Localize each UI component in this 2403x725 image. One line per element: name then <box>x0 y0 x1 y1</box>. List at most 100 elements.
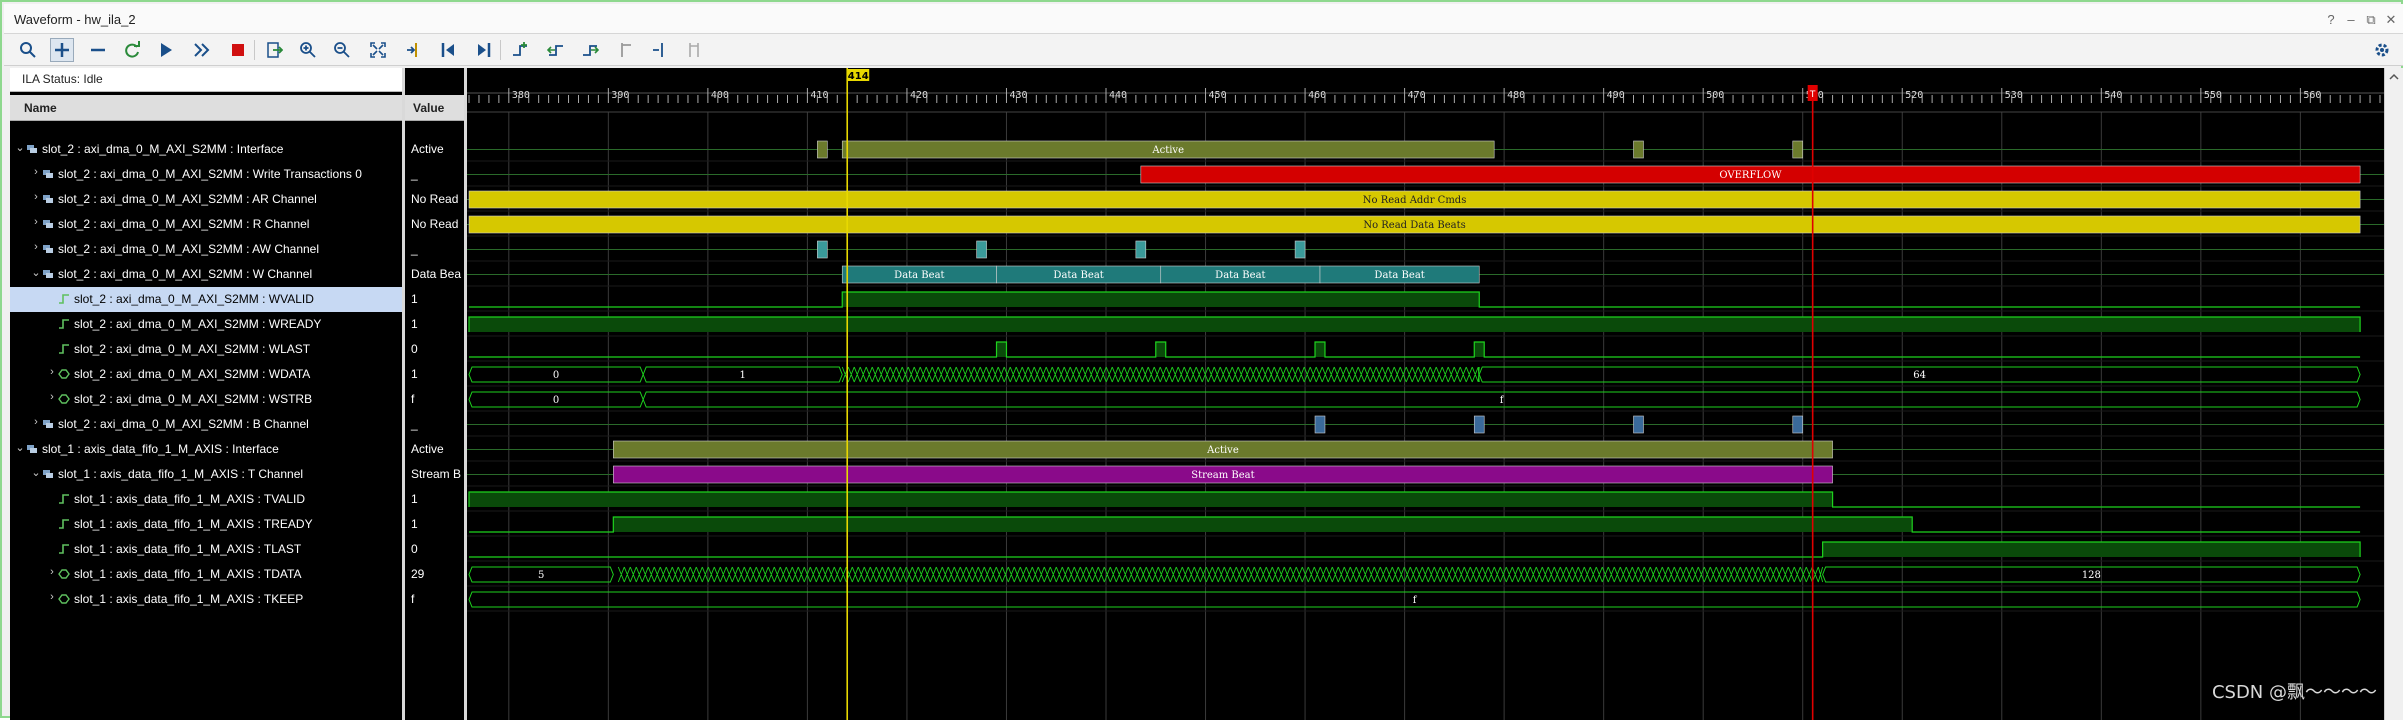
bit-high-fill <box>469 317 2361 332</box>
remove-icon[interactable] <box>86 38 110 62</box>
search-icon[interactable] <box>16 38 40 62</box>
signal-row[interactable]: slot_2 : axi_dma_0_M_AXI_S2MM : WREADY <box>10 312 402 337</box>
signal-value: 0 <box>411 342 418 356</box>
bit-signal-icon <box>58 518 70 530</box>
name-column-header[interactable]: Name <box>10 95 402 121</box>
tick-label: 400 <box>711 90 729 101</box>
collapse-icon[interactable]: ⌄ <box>30 466 42 479</box>
value-column-header[interactable]: Value <box>405 95 464 121</box>
scroll-up-icon[interactable] <box>2385 70 2403 84</box>
bit-high-fill <box>996 342 1007 357</box>
marker-prev-icon[interactable] <box>614 38 638 62</box>
stop-icon[interactable] <box>226 38 250 62</box>
goto-cursor-icon[interactable] <box>402 38 426 62</box>
expand-icon[interactable]: › <box>46 391 58 403</box>
transaction-segment <box>817 140 828 159</box>
waveform-canvas[interactable]: 380 390 400 410 420 430 440 450 460 470 480 490 500 5… <box>467 68 2384 720</box>
cursor-label: 414 <box>848 71 869 82</box>
marker-next-icon[interactable] <box>648 38 672 62</box>
refresh-icon[interactable] <box>120 38 144 62</box>
help-icon[interactable]: ? <box>2325 12 2337 28</box>
transaction-segment <box>976 240 987 259</box>
bus-signal-icon <box>58 568 70 580</box>
signal-row[interactable]: ⌄ slot_2 : axi_dma_0_M_AXI_S2MM : W Chann… <box>10 262 402 287</box>
bit-high-fill <box>613 517 1913 532</box>
transaction-segment <box>1633 415 1644 434</box>
bit-high-fill <box>1822 542 2361 557</box>
transaction-label: Data Beat <box>894 270 944 281</box>
signal-name: slot_2 : axi_dma_0_M_AXI_S2MM : AR Chann… <box>58 192 317 206</box>
signal-row[interactable]: slot_2 : axi_dma_0_M_AXI_S2MM : WLAST <box>10 337 402 362</box>
bit-signal-icon <box>58 493 70 505</box>
expand-icon[interactable]: › <box>30 241 42 253</box>
collapse-icon[interactable]: ⌄ <box>30 266 42 279</box>
signal-row[interactable]: › slot_2 : axi_dma_0_M_AXI_S2MM : B Chann… <box>10 412 402 437</box>
run-icon[interactable] <box>154 38 178 62</box>
bit-high-fill <box>469 492 1833 507</box>
signal-row[interactable]: › slot_2 : axi_dma_0_M_AXI_S2MM : AR Chan… <box>10 187 402 212</box>
add-marker-icon[interactable] <box>508 38 532 62</box>
signal-row[interactable]: › slot_2 : axi_dma_0_M_AXI_S2MM : AW Chan… <box>10 237 402 262</box>
export-icon[interactable] <box>262 38 286 62</box>
bit-signal-icon <box>58 343 70 355</box>
collapse-icon[interactable]: ⌄ <box>14 141 26 154</box>
signal-row[interactable]: ⌄ slot_2 : axi_dma_0_M_AXI_S2MM : Interfa… <box>10 137 402 162</box>
waveform-window: Waveform - hw_ila_2 ? – ⧉ ✕ ILA Status: … <box>0 0 2403 720</box>
expand-icon[interactable]: › <box>46 566 58 578</box>
expand-icon[interactable]: › <box>30 166 42 178</box>
transaction-label: Data Beat <box>1215 270 1265 281</box>
waveform-area[interactable]: 380 390 400 410 420 430 440 450 460 470 480 490 500 5… <box>467 68 2384 720</box>
signal-row[interactable]: slot_1 : axis_data_fifo_1_M_AXIS : TVALI… <box>10 487 402 512</box>
transaction-label: Data Beat <box>1374 270 1424 281</box>
collapse-icon[interactable]: ⌄ <box>14 441 26 454</box>
bit-waveform <box>469 341 2361 358</box>
zoom-out-icon[interactable] <box>330 38 354 62</box>
signal-name: slot_2 : axi_dma_0_M_AXI_S2MM : WLAST <box>74 342 311 356</box>
signal-row[interactable]: › slot_1 : axis_data_fifo_1_M_AXIS : TDAT… <box>10 562 402 587</box>
bit-high-fill <box>842 292 1480 307</box>
signal-row[interactable]: slot_1 : axis_data_fifo_1_M_AXIS : TREAD… <box>10 512 402 537</box>
signal-row[interactable]: › slot_2 : axi_dma_0_M_AXI_S2MM : R Chann… <box>10 212 402 237</box>
signal-row[interactable]: slot_1 : axis_data_fifo_1_M_AXIS : TLAST <box>10 537 402 562</box>
bit-signal-icon <box>58 293 70 305</box>
zoom-in-icon[interactable] <box>296 38 320 62</box>
next-transition-icon[interactable] <box>578 38 602 62</box>
watermark: CSDN @飘～～～～ <box>2211 682 2377 703</box>
signal-value: _ <box>411 242 418 256</box>
signal-name: slot_2 : axi_dma_0_M_AXI_S2MM : W Channe… <box>58 267 313 281</box>
interface-signal-icon <box>42 243 54 255</box>
interface-signal-icon <box>42 168 54 180</box>
expand-icon[interactable]: › <box>30 216 42 228</box>
expand-icon[interactable]: › <box>46 366 58 378</box>
signal-row[interactable]: › slot_2 : axi_dma_0_M_AXI_S2MM : WDATA <box>10 362 402 387</box>
window-controls: ? – ⧉ ✕ <box>2325 12 2397 28</box>
bus-value: 0 <box>553 395 559 406</box>
close-icon[interactable]: ✕ <box>2385 12 2397 28</box>
goto-first-icon[interactable] <box>436 38 460 62</box>
run-all-icon[interactable] <box>190 38 214 62</box>
goto-last-icon[interactable] <box>472 38 496 62</box>
restore-icon[interactable]: ⧉ <box>2365 12 2377 28</box>
signal-row[interactable]: › slot_1 : axis_data_fifo_1_M_AXIS : TKEE… <box>10 587 402 612</box>
gear-icon[interactable] <box>2370 38 2394 62</box>
marker-disabled-icon[interactable] <box>682 38 706 62</box>
tick-label: 480 <box>1507 90 1525 101</box>
expand-icon[interactable]: › <box>30 416 42 428</box>
prev-transition-icon[interactable] <box>544 38 568 62</box>
expand-icon[interactable]: › <box>30 191 42 203</box>
tick-label: 530 <box>2005 90 2023 101</box>
zoom-fit-icon[interactable] <box>366 38 390 62</box>
tick-label: 520 <box>1905 90 1923 101</box>
signal-row[interactable]: slot_2 : axi_dma_0_M_AXI_S2MM : WVALID <box>10 287 402 312</box>
transaction-segment <box>817 240 828 259</box>
signal-row[interactable]: ⌄ slot_1 : axis_data_fifo_1_M_AXIS : Inte… <box>10 437 402 462</box>
add-icon[interactable] <box>50 38 74 62</box>
minimize-icon[interactable]: – <box>2345 12 2357 28</box>
signal-value: 1 <box>411 492 418 506</box>
transaction-segment <box>1314 415 1326 434</box>
vertical-scrollbar[interactable] <box>2384 68 2403 720</box>
signal-row[interactable]: ⌄ slot_1 : axis_data_fifo_1_M_AXIS : T Ch… <box>10 462 402 487</box>
signal-row[interactable]: › slot_2 : axi_dma_0_M_AXI_S2MM : Write T… <box>10 162 402 187</box>
expand-icon[interactable]: › <box>46 591 58 603</box>
signal-row[interactable]: › slot_2 : axi_dma_0_M_AXI_S2MM : WSTRB <box>10 387 402 412</box>
